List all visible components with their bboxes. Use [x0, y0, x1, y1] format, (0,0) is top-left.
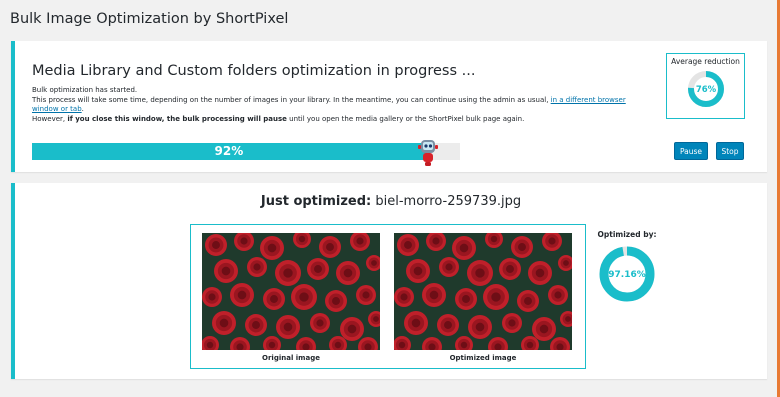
optimized-by-value: 97.16% [608, 270, 646, 280]
progress-fill: 92% [32, 143, 426, 160]
optimized-by-label: Optimized by: [597, 230, 657, 239]
average-reduction-box: Average reduction 76% [666, 53, 745, 119]
progress-bar: 92% [32, 143, 460, 160]
average-reduction-label: Average reduction [671, 57, 740, 66]
image-comparison-box: Original image Optimized image [190, 224, 586, 369]
optimized-image [394, 233, 572, 350]
optimized-file-name: biel-morro-259739.jpg [375, 194, 522, 209]
desc-line-3: However, if you close this window, the b… [32, 114, 525, 123]
bulk-progress-panel: Media Library and Custom folders optimiz… [11, 41, 767, 172]
original-image-caption: Original image [262, 354, 320, 362]
shortpixel-robot-icon [418, 140, 438, 166]
optimized-image-caption: Optimized image [449, 354, 517, 362]
page-title: Bulk Image Optimization by ShortPixel [10, 11, 289, 27]
average-reduction-value: 76% [696, 85, 717, 95]
pause-button[interactable]: Pause [674, 142, 708, 160]
average-reduction-chart: 76% [688, 71, 724, 107]
desc-line-2: This process will take some time, depend… [32, 95, 626, 114]
optimization-result-panel: Just optimized: biel-morro-259739.jpg Or… [11, 183, 767, 379]
stop-button[interactable]: Stop [716, 142, 744, 160]
optimized-by-chart: 97.16% [599, 246, 655, 302]
just-optimized-title: Just optimized: biel-morro-259739.jpg [15, 194, 767, 209]
just-optimized-label: Just optimized: [260, 194, 372, 209]
original-image [202, 233, 380, 350]
progress-heading: Media Library and Custom folders optimiz… [32, 63, 476, 79]
progress-description: Bulk optimization has started. This proc… [32, 86, 644, 124]
pause-warning: if you close this window, the bulk proce… [67, 114, 287, 123]
desc-line-1: Bulk optimization has started. [32, 86, 138, 94]
